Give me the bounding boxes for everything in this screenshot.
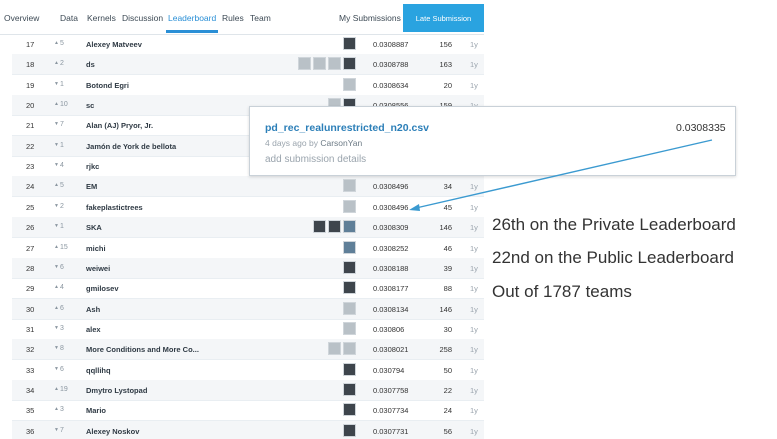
annotation-public-rank: 22nd on the Public Leaderboard <box>492 248 734 267</box>
annotation-team-count: Out of 1787 teams <box>492 282 632 301</box>
arrow-head <box>409 204 420 211</box>
arrow-line <box>415 139 713 209</box>
annotation-private-rank: 26th on the Private Leaderboard <box>492 215 736 234</box>
